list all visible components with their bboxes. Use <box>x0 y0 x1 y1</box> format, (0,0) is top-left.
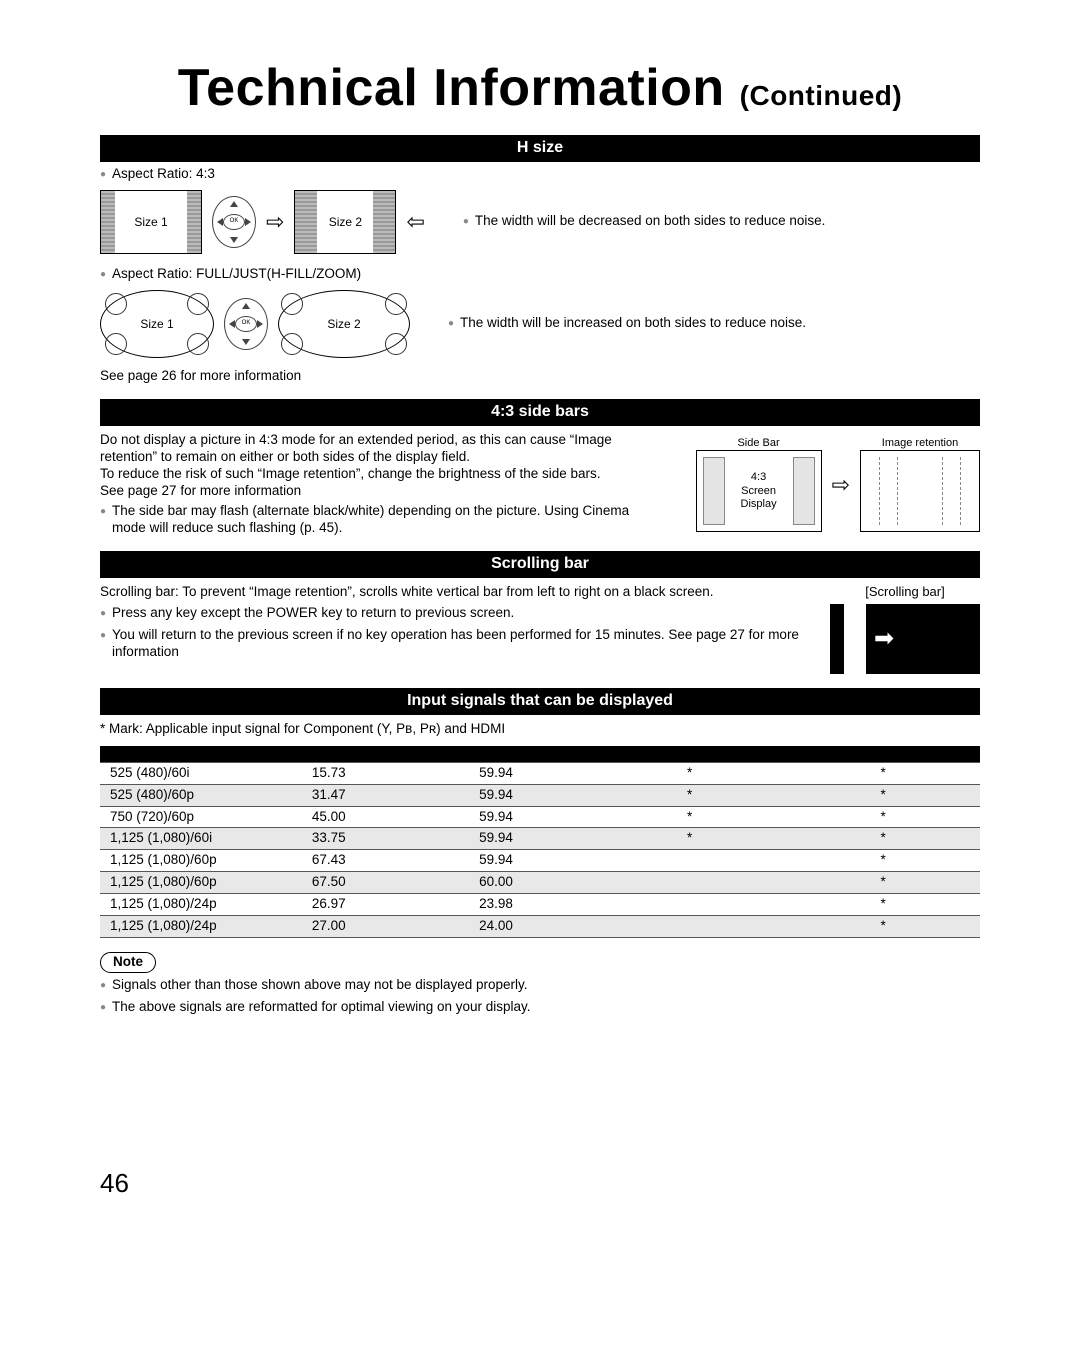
sidebars-p1: Do not display a picture in 4:3 mode for… <box>100 432 664 466</box>
hsize-descfull: The width will be increased on both side… <box>448 315 806 333</box>
title-main: Technical Information <box>178 59 725 117</box>
sidebars-heading: 4:3 side bars <box>100 399 980 426</box>
scrolling-heading: Scrolling bar <box>100 551 980 578</box>
hsize-row-full: Size 1 OK Size 2 The width will be incre… <box>100 290 980 358</box>
sidebars-row: Do not display a picture in 4:3 mode for… <box>100 432 980 537</box>
page-title: Technical Information (Continued) <box>100 56 980 121</box>
retention-label: Image retention <box>860 437 980 451</box>
note-label: Note <box>100 952 156 973</box>
signals-table: 525 (480)/60i15.7359.94**525 (480)/60p31… <box>100 746 980 938</box>
screen-43-size2: Size 2 <box>294 190 396 254</box>
scrolling-b2: You will return to the previous screen i… <box>100 627 814 661</box>
sidebars-p2: To reduce the risk of such “Image retent… <box>100 466 664 483</box>
scrolling-b1: Press any key except the POWER key to re… <box>100 605 814 623</box>
table-row: 1,125 (1,080)/60p67.5060.00* <box>100 872 980 894</box>
table-row: 750 (720)/60p45.0059.94** <box>100 806 980 828</box>
note-b1: Signals other than those shown above may… <box>100 977 980 995</box>
signals-footnote: * Mark: Applicable input signal for Comp… <box>100 721 980 738</box>
sidebars-figure: Side Bar 4:3 Screen Display ⇨ Image rete… <box>696 432 980 537</box>
remote-icon: OK <box>212 196 256 248</box>
table-row: 1,125 (1,080)/60i33.7559.94** <box>100 828 980 850</box>
arrow-right-icon: ⇨ <box>832 471 850 499</box>
table-row: 525 (480)/60p31.4759.94** <box>100 784 980 806</box>
table-row: 1,125 (1,080)/60p67.4359.94* <box>100 850 980 872</box>
table-row: 1,125 (1,080)/24p27.0024.00* <box>100 915 980 937</box>
sidebars-seepage: See page 27 for more information <box>100 483 664 500</box>
table-row: 1,125 (1,080)/24p26.9723.98* <box>100 894 980 916</box>
scrolling-caption: [Scrolling bar] <box>830 584 980 600</box>
hsize-aspect43: Aspect Ratio: 4:3 <box>100 166 980 184</box>
sidebar-label: Side Bar <box>696 437 822 451</box>
arrow-right-icon: ➡ <box>874 624 894 654</box>
hsize-row-43: Size 1 OK ⇨ Size 2 ⇦ The width will be d… <box>100 190 980 254</box>
screen-full-size1: Size 1 <box>100 290 214 358</box>
hsize-seepage: See page 26 for more information <box>100 368 980 385</box>
screen-43-size1: Size 1 <box>100 190 202 254</box>
signals-heading: Input signals that can be displayed <box>100 688 980 715</box>
screen-full-size2: Size 2 <box>278 290 410 358</box>
arrow-left-icon: ⇦ <box>406 208 424 236</box>
title-sub: (Continued) <box>740 80 903 111</box>
note-b2: The above signals are reformatted for op… <box>100 999 980 1017</box>
scrolling-row: Scrolling bar: To prevent “Image retenti… <box>100 584 980 674</box>
scrolling-figure: ➡ <box>830 604 980 674</box>
sidebars-b1: The side bar may flash (alternate black/… <box>100 503 664 537</box>
scrolling-desc: Scrolling bar: To prevent “Image retenti… <box>100 584 814 601</box>
arrow-right-icon: ⇨ <box>266 208 284 236</box>
hsize-heading: H size <box>100 135 980 162</box>
remote-icon: OK <box>224 298 268 350</box>
table-row: 525 (480)/60i15.7359.94** <box>100 762 980 784</box>
page-number: 46 <box>100 1167 980 1200</box>
hsize-aspectfull: Aspect Ratio: FULL/JUST(H-FILL/ZOOM) <box>100 266 980 284</box>
hsize-desc43: The width will be decreased on both side… <box>463 213 826 231</box>
sidebar-center-text: 4:3 Screen Display <box>741 472 777 512</box>
